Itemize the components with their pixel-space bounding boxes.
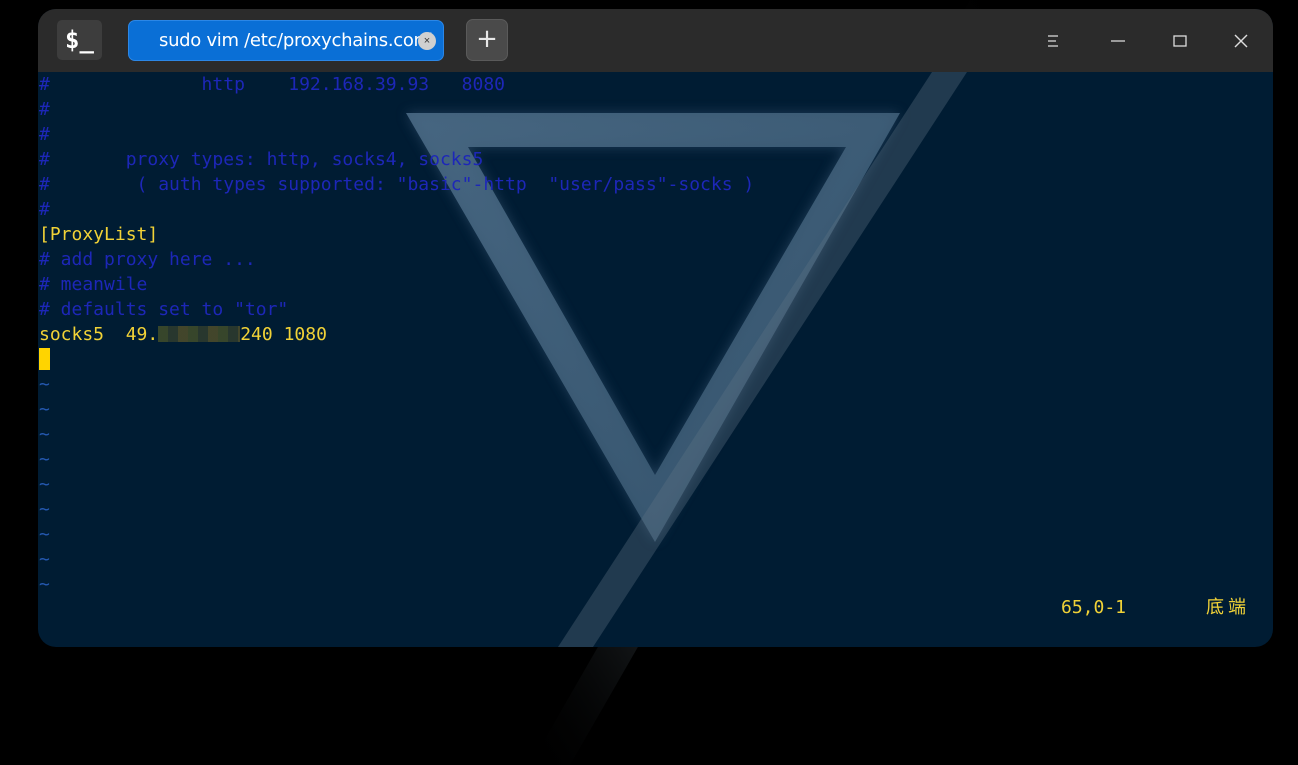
empty-buffer-tilde: ~ (39, 449, 50, 470)
terminal-window: $_ sudo vim /etc/proxychains.conf × + # … (38, 9, 1273, 647)
minimize-icon[interactable] (1103, 26, 1133, 56)
config-comment-line: # (39, 199, 50, 220)
terminal-app-icon[interactable]: $_ (57, 20, 102, 60)
config-comment-line: # proxy types: http, socks4, socks5 (39, 149, 484, 170)
cursor-line (39, 347, 754, 372)
vim-scroll-position: 底端 (1206, 597, 1250, 618)
empty-buffer-tilde: ~ (39, 574, 50, 595)
vim-cursor-position: 65,0-1 (1061, 597, 1127, 618)
empty-buffer-tilde: ~ (39, 549, 50, 570)
config-comment-line: # (39, 124, 50, 145)
title-bar: $_ sudo vim /etc/proxychains.conf × + (38, 9, 1273, 72)
redacted-ip-block (158, 326, 241, 342)
close-icon[interactable] (1226, 26, 1256, 56)
text-cursor (39, 347, 50, 370)
tab-close-icon[interactable]: × (418, 32, 436, 50)
empty-buffer-tilde: ~ (39, 524, 50, 545)
proxylist-section-header: [ProxyList] (39, 224, 159, 245)
tab-active[interactable]: sudo vim /etc/proxychains.conf × (128, 20, 444, 61)
config-comment-line: # add proxy here ... (39, 249, 256, 270)
maximize-icon[interactable] (1165, 26, 1195, 56)
empty-buffer-tilde: ~ (39, 499, 50, 520)
config-comment-line: # (39, 99, 50, 120)
proxy-entry-line: socks5 49. 240 1080 (39, 322, 754, 347)
empty-buffer-tilde: ~ (39, 374, 50, 395)
config-comment-line: # http 192.168.39.93 8080 (39, 74, 505, 95)
empty-buffer-tilde: ~ (39, 424, 50, 445)
empty-buffer-tilde: ~ (39, 399, 50, 420)
proxy-entry-suffix: 240 1080 (240, 324, 327, 345)
menu-icon[interactable] (1039, 26, 1069, 56)
terminal-area[interactable]: # http 192.168.39.93 8080 # # # proxy ty… (38, 72, 1273, 647)
new-tab-button[interactable]: + (466, 19, 508, 61)
config-comment-line: # meanwile (39, 274, 148, 295)
tab-title: sudo vim /etc/proxychains.conf (159, 30, 431, 51)
config-comment-line: # defaults set to "tor" (39, 299, 289, 320)
proxy-entry-prefix: socks5 49. (39, 324, 159, 345)
config-comment-line: # ( auth types supported: "basic"-http "… (39, 174, 755, 195)
vim-buffer: # http 192.168.39.93 8080 # # # proxy ty… (39, 72, 754, 597)
empty-buffer-tilde: ~ (39, 474, 50, 495)
